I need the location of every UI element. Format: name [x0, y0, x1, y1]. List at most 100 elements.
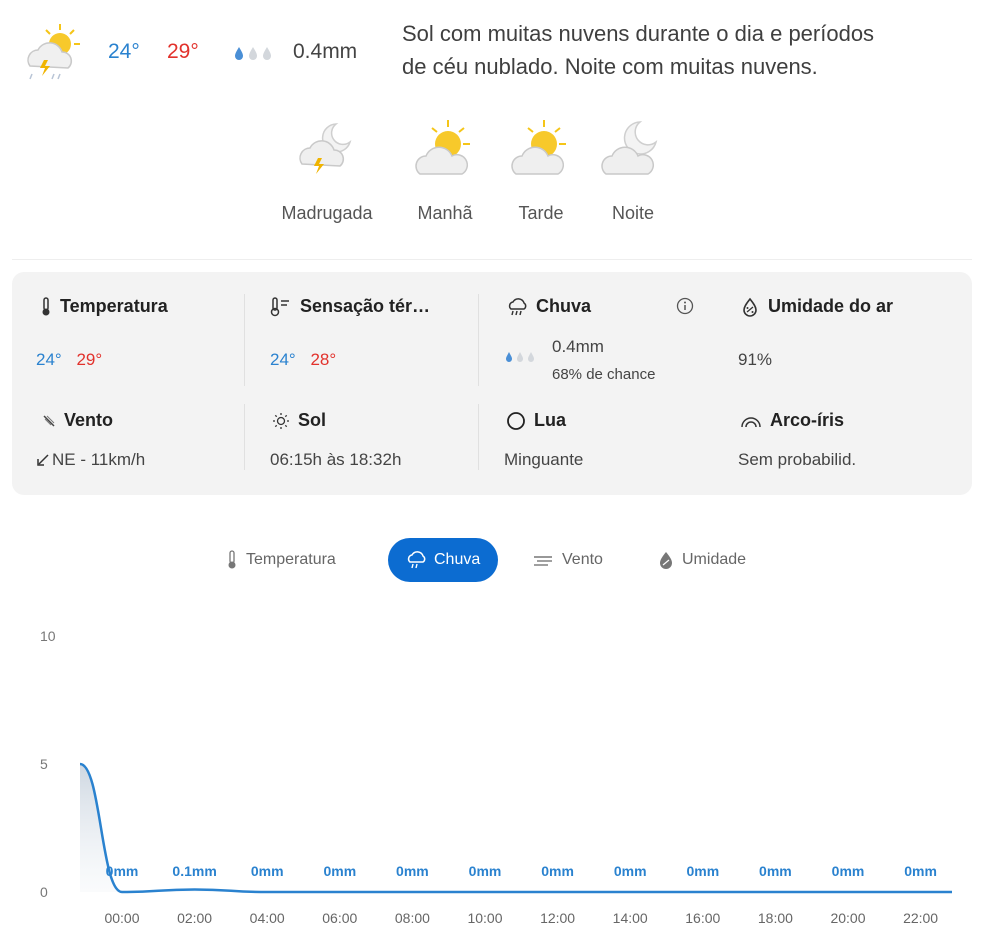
data-label: 0mm — [469, 863, 502, 879]
wind-icon — [534, 556, 552, 566]
period-noite[interactable]: Noite — [578, 118, 688, 230]
rain-cloud-icon — [407, 551, 426, 569]
data-label: 0mm — [686, 863, 719, 879]
rain-cloud-icon — [508, 297, 527, 315]
sun-icon — [273, 412, 289, 429]
chuva-drops-icon — [504, 350, 544, 364]
thermometer-feel-icon — [270, 296, 289, 316]
column-separator — [478, 404, 479, 470]
column-separator — [244, 404, 245, 470]
tab-umidade[interactable]: Umidade — [640, 538, 764, 582]
sensacao-values: 24° 28° — [270, 350, 336, 370]
thermometer-icon — [228, 550, 236, 569]
section-divider — [12, 259, 972, 260]
info-icon[interactable] — [676, 297, 694, 320]
x-tick-label: 12:00 — [540, 910, 575, 926]
data-label: 0mm — [396, 863, 429, 879]
moon-circle-icon — [507, 411, 525, 430]
y-tick-label: 10 — [40, 628, 56, 644]
period-madrugada[interactable]: Madrugada — [272, 118, 382, 230]
tab-label: Umidade — [682, 551, 747, 568]
y-tick-label: 5 — [40, 756, 48, 772]
vento-value: NE - 11km/h — [52, 450, 146, 469]
arco-value: Sem probabilid. — [738, 450, 857, 469]
rain-drops-icon — [232, 44, 286, 62]
x-tick-label: 10:00 — [467, 910, 502, 926]
sun-cloud-icon — [511, 120, 566, 175]
header-weather-icon — [20, 20, 84, 82]
chuva-title: Chuva — [506, 296, 591, 317]
tab-label: Vento — [562, 551, 603, 568]
data-label: 0mm — [904, 863, 937, 879]
x-tick-label: 22:00 — [903, 910, 938, 926]
forecast-description: Sol com muitas nuvens durante o dia e pe… — [402, 17, 982, 83]
period-label: Manhã — [417, 203, 473, 223]
x-tick-label: 16:00 — [685, 910, 720, 926]
wind-direction-arrow-icon — [37, 454, 49, 466]
data-label: 0.1mm — [172, 863, 216, 879]
chuva-chance: 68% de chance — [552, 366, 656, 383]
header-rain-amount: 0.4mm — [293, 40, 358, 63]
period-manha[interactable]: Manhã — [390, 118, 500, 230]
rain-chart-svg: 10 5 0 0mm 0.1mm 0mm 0mm 0mm 0mm 0mm 0mm 0mm 0mm 0mm 0… — [40, 628, 952, 926]
column-separator — [478, 294, 479, 386]
x-tick-label: 14:00 — [613, 910, 648, 926]
arco-label: Arco-íris — [770, 410, 845, 430]
sensacao-max: 28° — [310, 350, 337, 369]
arco-title: Arco-íris — [740, 410, 844, 431]
column-separator — [244, 294, 245, 386]
temperatura-label: Temperatura — [60, 296, 168, 316]
data-label: 0mm — [323, 863, 356, 879]
data-label: 0mm — [251, 863, 284, 879]
sol-label: Sol — [298, 410, 327, 430]
data-label: 0mm — [832, 863, 865, 879]
period-label: Noite — [611, 203, 655, 223]
x-tick-label: 04:00 — [250, 910, 285, 926]
tab-chuva[interactable]: Chuva — [388, 538, 499, 582]
temperatura-title: Temperatura — [40, 296, 168, 317]
description-line-2: de céu nublado. Noite com muitas nuvens. — [402, 54, 818, 79]
x-tick-label: 02:00 — [177, 910, 212, 926]
sol-title: Sol — [272, 410, 326, 431]
tab-vento[interactable]: Vento — [514, 538, 621, 582]
x-tick-label: 08:00 — [395, 910, 430, 926]
x-tick-label: 18:00 — [758, 910, 793, 926]
vento-value-row: NE - 11km/h — [36, 450, 145, 470]
data-label: 0mm — [106, 863, 139, 879]
sol-value: 06:15h às 18:32h — [270, 450, 402, 469]
umidade-label: Umidade do ar — [768, 296, 894, 316]
temperatura-values: 24° 29° — [36, 350, 102, 370]
data-label: 0mm — [541, 863, 574, 879]
vento-label: Vento — [64, 410, 114, 430]
tab-temperatura[interactable]: Temperatura — [208, 538, 354, 582]
sensacao-title: Sensação tér… — [270, 296, 430, 317]
y-tick-label: 0 — [40, 884, 48, 900]
moon-cloud-icon — [601, 121, 658, 175]
temperatura-min: 24° — [36, 350, 62, 369]
x-tick-label: 06:00 — [322, 910, 357, 926]
umidade-title: Umidade do ar — [740, 296, 893, 317]
header-temp-min: 24° — [108, 40, 140, 63]
sensacao-min: 24° — [270, 350, 296, 369]
tab-label: Temperatura — [246, 551, 336, 568]
sun-cloud-icon — [415, 120, 470, 175]
header-temp-max: 29° — [167, 40, 199, 63]
chuva-amount: 0.4mm — [552, 337, 604, 356]
data-label: 0mm — [614, 863, 647, 879]
night-storm-icon — [299, 123, 352, 174]
period-label: Madrugada — [281, 203, 373, 223]
x-tick-label: 20:00 — [830, 910, 865, 926]
lua-label: Lua — [534, 410, 567, 430]
chuva-label: Chuva — [536, 296, 592, 316]
vento-title: Vento — [42, 410, 113, 431]
temperatura-max: 29° — [76, 350, 103, 369]
tab-label: Chuva — [434, 551, 481, 568]
humidity-drop-icon — [660, 552, 672, 569]
rainbow-icon — [741, 416, 761, 427]
description-line-1: Sol com muitas nuvens durante o dia e pe… — [402, 21, 875, 46]
rain-chart: 10 5 0 0mm 0.1mm 0mm 0mm 0mm 0mm 0mm 0mm 0mm 0mm 0mm 0… — [0, 610, 983, 940]
humidity-drop-icon — [743, 297, 757, 317]
data-label: 0mm — [759, 863, 792, 879]
thermometer-icon — [42, 296, 50, 315]
x-tick-label: 00:00 — [104, 910, 139, 926]
